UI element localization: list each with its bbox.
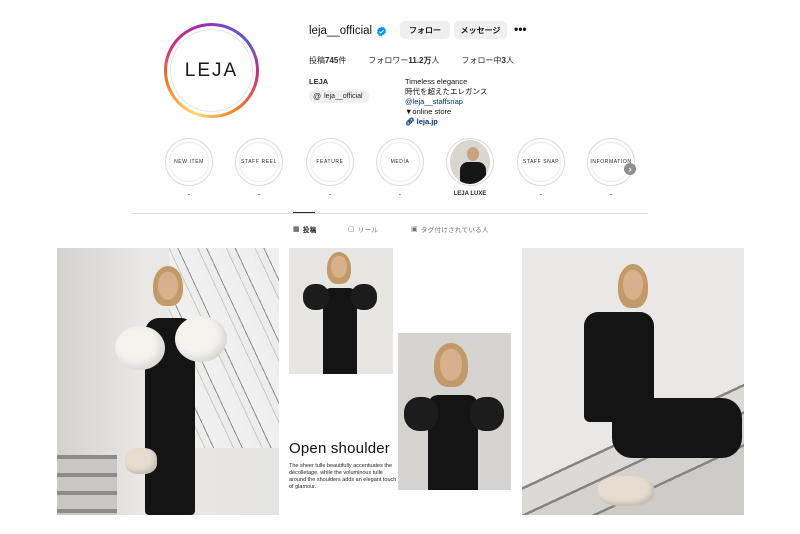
model-dress [460, 162, 486, 184]
posts-count-unit: 件 [338, 56, 347, 65]
tulle-sleeve-right [351, 284, 377, 310]
white-handbag [125, 448, 157, 474]
highlight-cover-image [450, 140, 490, 184]
tagged-icon: ▣ [411, 226, 418, 233]
username-row: leja__official [309, 22, 387, 40]
threads-handle: leja__official [324, 93, 363, 100]
bio-line-1: Timeless elegance [405, 77, 468, 86]
highlight-label: . [399, 191, 401, 197]
bio-line-2: 時代を超えたエレガンス [405, 87, 488, 96]
tab-reels-label: リール [357, 227, 379, 234]
post-image-4[interactable] [522, 248, 744, 515]
follow-button[interactable]: フォロー [400, 21, 450, 39]
more-options-icon[interactable]: ••• [514, 23, 527, 35]
model-face [158, 272, 178, 300]
username: leja__official [309, 25, 373, 37]
white-puff-sleeve-left [115, 326, 165, 370]
post-image-1[interactable] [57, 248, 279, 515]
highlight-title: MEDIA [380, 142, 420, 182]
highlight-label: . [540, 191, 542, 197]
tab-tagged[interactable]: ▣ タグ付けされている人 [411, 224, 489, 234]
tab-tagged-label: タグ付けされている人 [420, 227, 489, 234]
bio-mention-link[interactable]: @leja__staffsnap [405, 97, 487, 107]
avatar-logo: LEJA [170, 29, 253, 112]
highlight-circle: FEATURE [306, 138, 354, 186]
highlight-circle: INFORMATION [587, 138, 635, 186]
highlight-label: . [258, 191, 260, 197]
tulle-sleeve-left [303, 284, 329, 310]
highlight-title: STAFF SNAP [521, 142, 561, 182]
highlight-leja-luxe[interactable]: LEJA LUXE [445, 138, 495, 199]
profile-avatar[interactable]: LEJA [164, 23, 259, 118]
highlight-title: NEW ITEM [169, 142, 209, 182]
followers-count-unit: 人 [431, 56, 440, 65]
highlight-staff-reel[interactable]: STAFF REEL . [234, 138, 284, 199]
bio-text: Timeless elegance 時代を超えたエレガンス @leja__sta… [405, 77, 487, 127]
tab-posts-label: 投稿 [302, 227, 317, 234]
white-puff-sleeve-right [175, 316, 227, 362]
website-text: leja.jp [416, 117, 438, 126]
active-tab-indicator [293, 212, 315, 213]
tulle-sleeve-left [404, 397, 438, 431]
post-image-2[interactable] [289, 248, 393, 374]
model-head [467, 147, 479, 161]
reels-icon: ▢ [348, 226, 355, 233]
posts-count-label: 投稿 [309, 56, 325, 65]
followers-count[interactable]: フォロワー11.2万人 [368, 55, 439, 66]
model-face [623, 270, 643, 300]
model-face [440, 349, 462, 381]
highlight-feature[interactable]: FEATURE . [305, 138, 355, 199]
website-link[interactable]: 🔗︎ leja.jp [405, 117, 487, 127]
feature-description: The sheer tulle beautifully accentuates … [289, 463, 397, 490]
following-count[interactable]: フォロー中3人 [462, 55, 514, 66]
posts-count: 投稿745件 [309, 55, 346, 66]
avatar-gap: LEJA [167, 26, 256, 115]
link-icon: 🔗︎ [405, 117, 417, 126]
tulle-sleeve-right [470, 397, 504, 431]
grid-icon: ▦ [293, 226, 300, 233]
followers-count-value: 11.2万 [408, 56, 432, 65]
followers-count-label: フォロワー [368, 56, 409, 65]
highlight-staff-snap[interactable]: STAFF SNAP . [516, 138, 566, 199]
tabs-divider [132, 213, 648, 214]
bio-line-4: ▼online store [405, 107, 452, 116]
following-count-label: フォロー中 [461, 56, 502, 65]
threads-link[interactable]: @ leja__official [309, 90, 369, 103]
highlight-label: . [610, 191, 612, 197]
message-button[interactable]: メッセージ [454, 21, 507, 39]
posts-count-value: 745 [325, 56, 339, 65]
profile-stats: 投稿745件 フォロワー11.2万人 フォロー中3人 [309, 55, 536, 66]
highlight-circle: NEW ITEM [165, 138, 213, 186]
model-face [331, 256, 347, 278]
following-count-unit: 人 [505, 56, 514, 65]
highlight-circle: STAFF REEL [235, 138, 283, 186]
black-skirt [612, 398, 742, 458]
highlight-circle [446, 138, 494, 186]
highlight-title: STAFF REEL [239, 142, 279, 182]
highlight-circle: MEDIA [376, 138, 424, 186]
highlight-label: . [329, 191, 331, 197]
post-image-3[interactable] [398, 333, 511, 490]
highlight-circle: STAFF SNAP [517, 138, 565, 186]
highlight-media[interactable]: MEDIA . [375, 138, 425, 199]
highlight-label: LEJA LUXE [453, 191, 487, 197]
highlight-new-item[interactable]: NEW ITEM . [164, 138, 214, 199]
chevron-right-icon[interactable]: › [624, 163, 636, 175]
stairs [57, 455, 117, 515]
tab-reels[interactable]: ▢ リール [348, 224, 378, 234]
highlight-label: . [188, 191, 190, 197]
bio-name: LEJA [309, 77, 329, 86]
threads-icon: @ [313, 92, 322, 101]
highlight-title: INFORMATION [590, 142, 631, 182]
tab-posts[interactable]: ▦ 投稿 [293, 224, 317, 234]
feature-title: Open shoulder [289, 440, 391, 457]
highlight-title: FEATURE [310, 142, 350, 182]
beige-handbag [598, 476, 654, 506]
verified-badge-icon [377, 25, 387, 37]
